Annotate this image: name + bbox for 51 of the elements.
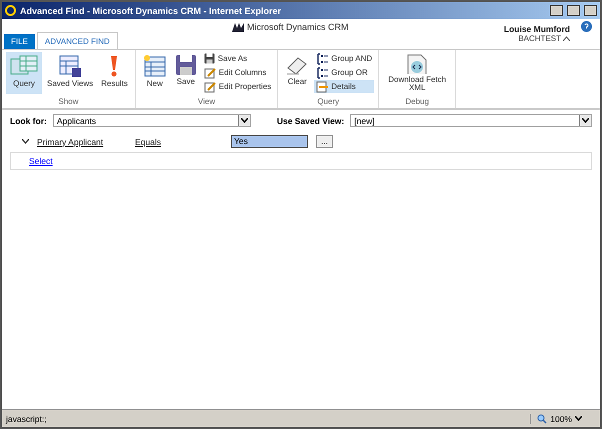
- status-text: javascript:;: [6, 414, 47, 424]
- field-label: Use Saved View:: [276, 116, 344, 126]
- zoom-icon[interactable]: [537, 414, 548, 424]
- field-link[interactable]: Primary Applicant: [37, 136, 104, 146]
- browser-icon: [5, 5, 16, 16]
- ribbon-button[interactable]: Save As: [202, 52, 274, 65]
- file-tab[interactable]: FILE: [4, 34, 35, 49]
- ribbon-button[interactable]: Query: [6, 52, 42, 94]
- logo-icon: [232, 22, 244, 32]
- document-icon: [405, 54, 430, 74]
- user-name[interactable]: Louise Mumford: [504, 24, 570, 34]
- ribbon-button[interactable]: Edit Properties: [202, 80, 274, 93]
- ribbon-button[interactable]: Group AND: [314, 52, 374, 65]
- lookup-button[interactable]: ...: [316, 135, 333, 148]
- organization-name: BACHTEST: [518, 34, 561, 43]
- field-label: Look for:: [10, 116, 47, 126]
- edit-icon: [204, 80, 216, 92]
- group-label: View: [196, 97, 216, 108]
- group-label: Show: [57, 97, 80, 108]
- saved-view-dropdown[interactable]: [new]: [350, 114, 592, 127]
- ribbon-button[interactable]: Clear: [282, 52, 312, 94]
- select-link[interactable]: Select: [29, 156, 53, 166]
- collapse-icon[interactable]: [563, 36, 570, 41]
- ribbon-button[interactable]: Group OR: [314, 66, 374, 79]
- maximize-button[interactable]: [567, 5, 580, 16]
- edit-icon: [204, 66, 216, 78]
- ribbon-button[interactable]: Download Fetch XML: [383, 52, 452, 94]
- details-icon: [316, 80, 328, 92]
- expand-chevron-icon[interactable]: [22, 139, 29, 144]
- ribbon-button[interactable]: Saved Views: [44, 52, 96, 94]
- group-icon: [316, 66, 328, 78]
- ribbon-button[interactable]: Edit Columns: [202, 66, 274, 79]
- product-logo: Microsoft Dynamics CRM: [247, 22, 349, 32]
- value-field[interactable]: Yes: [231, 135, 308, 148]
- ribbon-button[interactable]: New: [140, 52, 170, 94]
- entity-dropdown[interactable]: Applicants: [52, 114, 251, 127]
- help-icon[interactable]: [581, 21, 592, 32]
- ribbon-button[interactable]: Save: [172, 52, 200, 94]
- ribbon-button[interactable]: Details: [314, 80, 374, 93]
- table-icon: [58, 54, 82, 78]
- close-button[interactable]: [584, 5, 597, 16]
- operator-link[interactable]: Equals: [135, 136, 161, 146]
- group-label: Query: [316, 97, 340, 108]
- zoom-level[interactable]: 100%: [550, 414, 572, 424]
- ribbon-tab[interactable]: ADVANCED FIND: [36, 32, 118, 49]
- table-icon: [142, 54, 167, 78]
- group-icon: [316, 52, 328, 64]
- group-label: Debug: [404, 97, 430, 108]
- ribbon-button[interactable]: Results: [98, 52, 131, 94]
- window-title: Advanced Find - Microsoft Dynamics CRM - Internet Explorer: [20, 6, 282, 16]
- minimize-button[interactable]: [550, 5, 563, 16]
